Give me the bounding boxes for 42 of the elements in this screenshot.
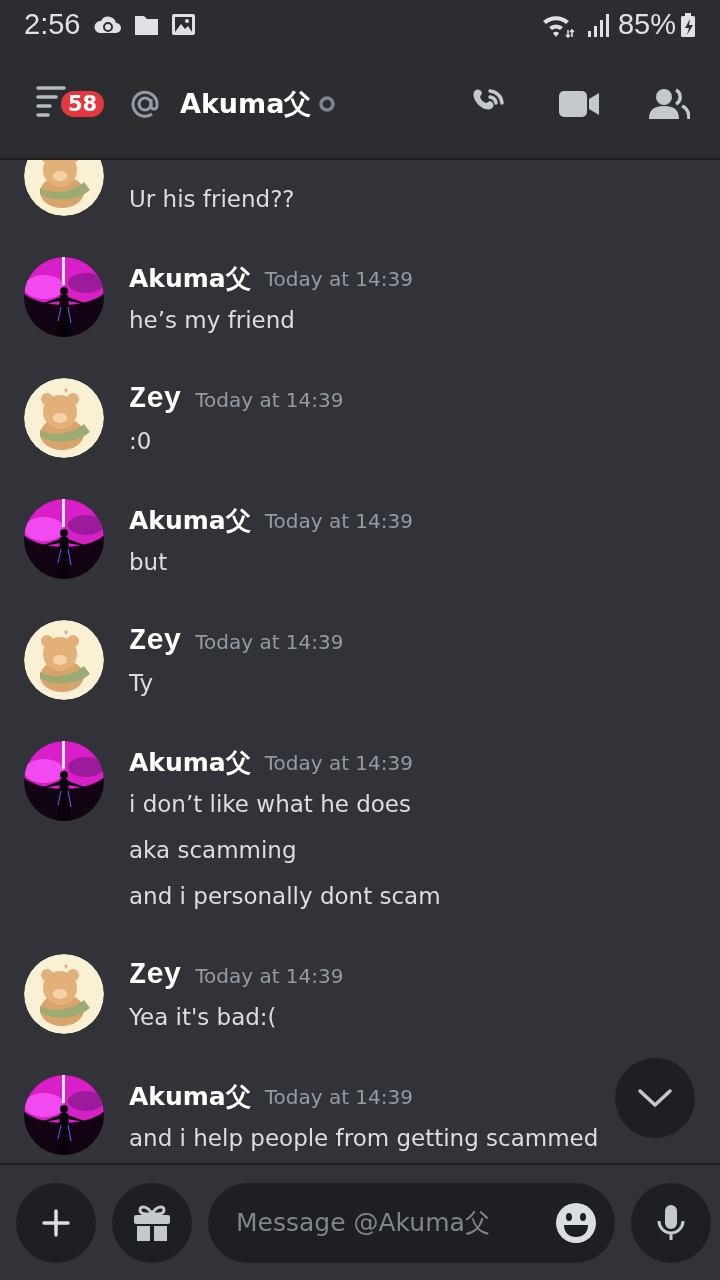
timestamp: Today at 14:39 <box>195 387 344 414</box>
image-icon <box>171 13 197 37</box>
gift-icon <box>132 1202 172 1243</box>
microphone-icon <box>655 1203 687 1242</box>
author-name: Akuma父 <box>129 747 251 780</box>
message-text: and i personally dont scam <box>129 882 441 911</box>
author-name: Akuma父 <box>129 1081 251 1114</box>
message-text: Yea it's bad:( <box>129 1003 278 1032</box>
timestamp: Today at 14:39 <box>195 629 344 656</box>
timestamp: Today at 14:39 <box>264 266 413 293</box>
chevron-down-icon <box>637 1088 673 1108</box>
battery-icon <box>680 13 696 37</box>
members-icon[interactable] <box>648 87 690 121</box>
message-text: but <box>129 548 169 577</box>
message-text: aka scamming <box>129 836 298 865</box>
message-text: :0 <box>129 427 153 456</box>
author-name: Akuma父 <box>129 263 251 296</box>
author-name: Zey <box>129 958 182 995</box>
timestamp: Today at 14:39 <box>264 508 413 535</box>
author-name: Zey <box>129 624 182 661</box>
author-name: Akuma父 <box>129 505 251 538</box>
clock-time: 2:56 <box>24 7 81 43</box>
message-text: i don’t like what he does <box>129 790 412 819</box>
battery-percent: 85% <box>617 7 676 43</box>
signal-icon <box>586 12 610 38</box>
folder-icon <box>134 13 160 37</box>
menu-icon[interactable] <box>36 84 66 118</box>
message-input[interactable]: Message @Akuma父 <box>234 1202 555 1243</box>
offline-status-icon <box>319 96 336 112</box>
message-text: he’s my friend <box>129 306 296 335</box>
message-text: and i help people from getting scammed <box>129 1124 599 1153</box>
timestamp: Today at 14:39 <box>264 750 413 777</box>
message-text: Ur his friend?? <box>129 185 295 214</box>
at-sign-icon <box>130 89 160 119</box>
emoji-icon[interactable] <box>555 1201 597 1244</box>
timestamp: Today at 14:39 <box>264 1084 413 1111</box>
message-field[interactable]: Message @Akuma父 <box>208 1182 615 1263</box>
channel-title: Akuma父 <box>180 86 312 121</box>
message-text: Ty <box>129 669 155 698</box>
timestamp: Today at 14:39 <box>195 963 344 990</box>
author-name: Zey <box>129 382 182 419</box>
plus-icon <box>42 1208 70 1237</box>
